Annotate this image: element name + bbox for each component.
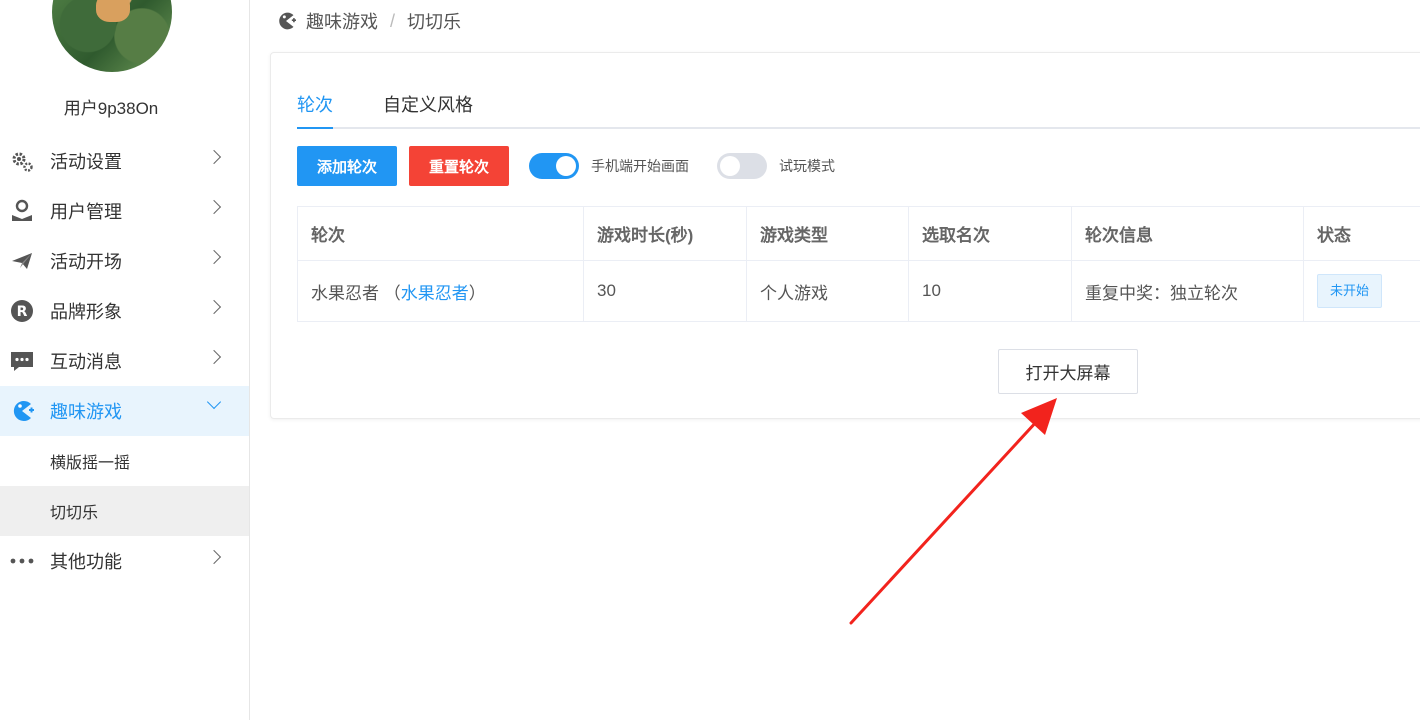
tab-custom-style[interactable]: 自定义风格 xyxy=(383,91,473,127)
chevron-down-icon xyxy=(206,394,222,410)
status-badge: 未开始 xyxy=(1317,274,1383,308)
game-icon xyxy=(276,11,296,31)
user-icon xyxy=(10,199,34,223)
chevron-right-icon xyxy=(206,349,222,365)
chevron-right-icon xyxy=(206,299,222,315)
sidebar-subitem-label: 切切乐 xyxy=(50,505,99,522)
sidebar-subitem-shake[interactable]: 横版摇一摇 xyxy=(0,436,249,486)
chevron-right-icon xyxy=(206,199,222,215)
gears-icon xyxy=(10,149,34,173)
open-big-screen-button[interactable]: 打开大屏幕 xyxy=(998,349,1138,394)
status-cell: 未开始 xyxy=(1303,260,1420,322)
mobile-start-label: 手机端开始画面 xyxy=(591,158,689,174)
table-row: 水果忍者 （水果忍者） 30 个人游戏 10 重复中奖：独立轮次 未开始 xyxy=(297,260,1420,322)
table-header-row: 轮次 游戏时长(秒) 游戏类型 选取名次 轮次信息 状态 xyxy=(297,206,1420,261)
rounds-table: 轮次 游戏时长(秒) 游戏类型 选取名次 轮次信息 状态 水果忍者 （水果忍者）… xyxy=(297,206,1420,322)
more-icon xyxy=(10,549,34,573)
sidebar-item-user-management[interactable]: 用户管理 xyxy=(0,186,249,236)
round-link-prefix: （ xyxy=(383,283,401,303)
round-cell: 水果忍者 （水果忍者） xyxy=(297,260,584,322)
game-icon xyxy=(10,399,34,423)
paper-plane-icon xyxy=(10,249,34,273)
avatar[interactable] xyxy=(52,0,172,72)
username: 用户9p38On xyxy=(63,99,159,118)
trial-mode-toggle[interactable] xyxy=(717,153,767,179)
duration-cell: 30 xyxy=(583,260,747,322)
round-link-suffix: ） xyxy=(468,283,486,303)
sidebar-item-activity-opening[interactable]: 活动开场 xyxy=(0,236,249,286)
chevron-right-icon xyxy=(206,249,222,265)
sidebar-item-label: 品牌形象 xyxy=(50,302,122,322)
rank-cell: 10 xyxy=(908,260,1072,322)
column-header: 游戏类型 xyxy=(746,206,909,261)
toggle-knob xyxy=(556,156,576,176)
reset-round-button[interactable]: 重置轮次 xyxy=(409,146,509,186)
breadcrumb-current: 切切乐 xyxy=(407,12,462,32)
info-cell: 重复中奖：独立轮次 xyxy=(1071,260,1304,322)
chevron-right-icon xyxy=(206,149,222,165)
chat-icon xyxy=(10,349,34,373)
registered-icon: R xyxy=(10,299,34,323)
sidebar: 用户9p38On 活动设置 用户管理 活动开场 R 品牌形象 互动消息 趣味游戏… xyxy=(0,0,250,720)
type-cell: 个人游戏 xyxy=(746,260,909,322)
sidebar-item-label: 互动消息 xyxy=(50,352,122,372)
tab-rounds[interactable]: 轮次 xyxy=(297,91,333,129)
column-header: 轮次信息 xyxy=(1071,206,1304,261)
toggle-knob xyxy=(720,156,740,176)
sidebar-menu: 活动设置 用户管理 活动开场 R 品牌形象 互动消息 趣味游戏 横版摇一摇 切切… xyxy=(0,136,249,586)
column-header: 选取名次 xyxy=(908,206,1072,261)
sidebar-item-label: 趣味游戏 xyxy=(50,402,122,422)
sidebar-item-label: 活动开场 xyxy=(50,252,122,272)
round-game-link[interactable]: 水果忍者 xyxy=(401,284,469,303)
breadcrumb-parent[interactable]: 趣味游戏 xyxy=(306,8,378,34)
breadcrumb-separator: / xyxy=(390,10,396,31)
sidebar-item-other[interactable]: 其他功能 xyxy=(0,536,249,586)
add-round-button[interactable]: 添加轮次 xyxy=(297,146,397,186)
column-header: 状态 xyxy=(1303,206,1420,261)
sidebar-item-activity-settings[interactable]: 活动设置 xyxy=(0,136,249,186)
sidebar-item-label: 用户管理 xyxy=(50,202,122,222)
svg-text:R: R xyxy=(17,304,28,320)
sidebar-item-messages[interactable]: 互动消息 xyxy=(0,336,249,386)
content-card: 轮次 自定义风格 添加轮次 重置轮次 手机端开始画面 试玩模式 轮次 游戏时长(… xyxy=(270,52,1420,419)
trial-mode-label: 试玩模式 xyxy=(779,158,835,174)
column-header: 游戏时长(秒) xyxy=(583,206,747,261)
tab-bar: 轮次 自定义风格 xyxy=(297,91,1420,129)
sidebar-item-label: 活动设置 xyxy=(50,152,122,172)
round-name: 水果忍者 xyxy=(311,283,379,303)
sidebar-subitem-cut[interactable]: 切切乐 xyxy=(0,486,249,536)
sidebar-item-fun-games[interactable]: 趣味游戏 xyxy=(0,386,249,436)
toolbar: 添加轮次 重置轮次 手机端开始画面 试玩模式 xyxy=(297,146,855,186)
sidebar-item-brand[interactable]: R 品牌形象 xyxy=(0,286,249,336)
chevron-right-icon xyxy=(206,549,222,565)
sidebar-subitem-label: 横版摇一摇 xyxy=(50,455,131,472)
avatar-cat xyxy=(96,0,130,22)
column-header: 轮次 xyxy=(297,206,584,261)
breadcrumb: 趣味游戏 / 切切乐 xyxy=(276,10,461,32)
sidebar-item-label: 其他功能 xyxy=(50,552,122,572)
mobile-start-toggle[interactable] xyxy=(529,153,579,179)
